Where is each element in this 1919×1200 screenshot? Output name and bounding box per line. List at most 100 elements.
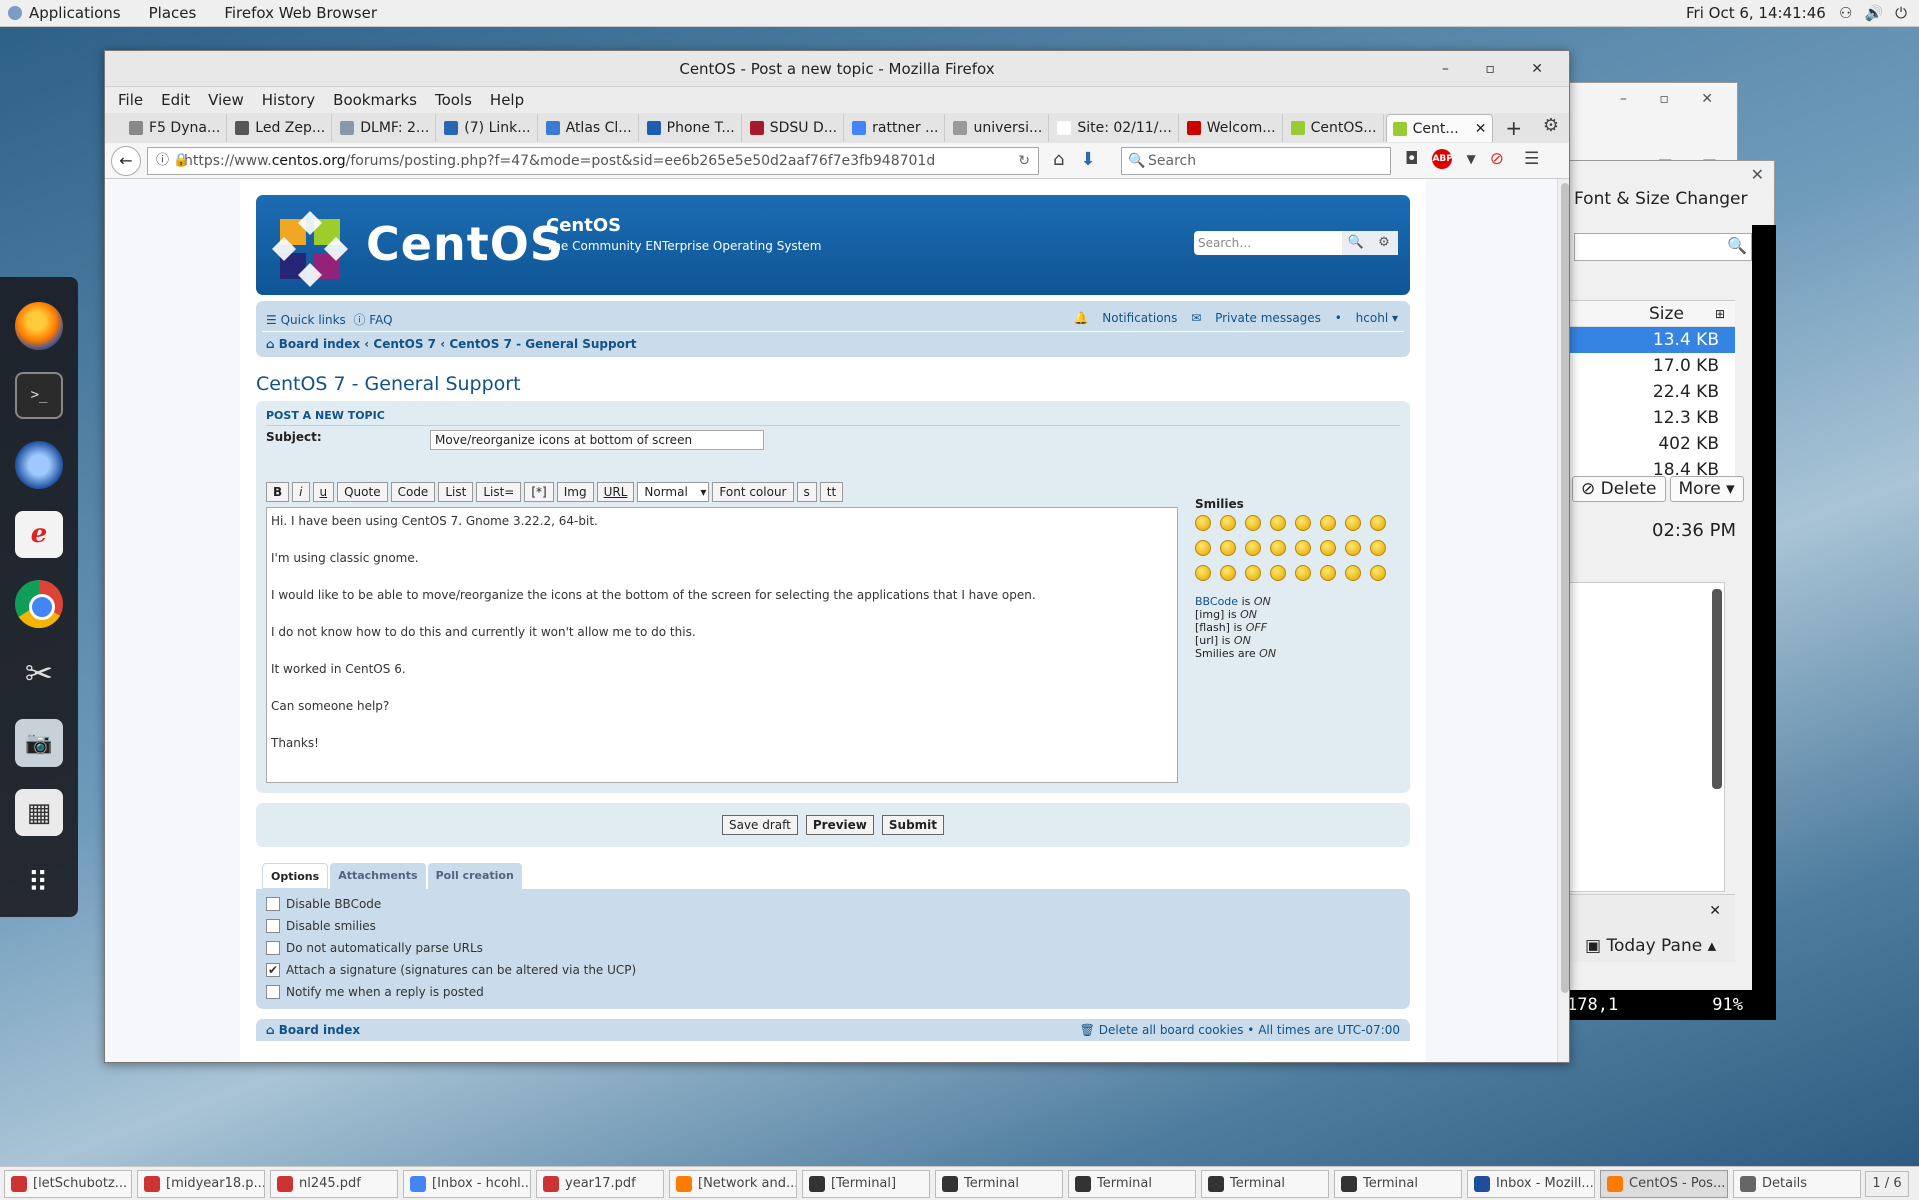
- taskbar-item[interactable]: CentOS - Pos...: [1600, 1169, 1728, 1198]
- taskbar-item[interactable]: [letSchubotz...: [4, 1169, 132, 1198]
- smiley-icon[interactable]: [1320, 565, 1336, 581]
- side-search-input[interactable]: 🔍: [1574, 233, 1752, 261]
- lock-icon[interactable]: ⓘ 🔒: [156, 148, 189, 174]
- chevron-down-icon[interactable]: ▼: [1466, 152, 1475, 166]
- browser-tab[interactable]: (7) Link...: [438, 114, 538, 142]
- taskbar-item[interactable]: Terminal: [935, 1169, 1063, 1198]
- window-controls[interactable]: – ▫ ✕: [1442, 51, 1559, 87]
- smiley-icon[interactable]: [1220, 565, 1236, 581]
- browser-tab[interactable]: Led Zep...: [229, 114, 333, 142]
- smiley-icon[interactable]: [1320, 540, 1336, 556]
- bbcode-button-s[interactable]: s: [796, 482, 817, 502]
- firefox-icon[interactable]: [15, 302, 63, 350]
- screenshot-icon[interactable]: 📷: [15, 719, 63, 767]
- extension-icon[interactable]: ⊘: [1490, 149, 1504, 169]
- menu-bookmarks[interactable]: Bookmarks: [324, 91, 426, 109]
- breadcrumb-centos-7[interactable]: CentOS 7: [373, 337, 436, 351]
- bbcode-button-url[interactable]: URL: [596, 482, 635, 502]
- smiley-icon[interactable]: [1270, 540, 1286, 556]
- browser-tab[interactable]: rattner ...: [846, 114, 946, 142]
- size-row[interactable]: 17.0 KB: [1565, 353, 1735, 379]
- scrollbar[interactable]: [1712, 589, 1722, 789]
- option-checkbox[interactable]: ✔: [266, 963, 280, 977]
- smiley-icon[interactable]: [1295, 565, 1311, 581]
- delete-cookies-link[interactable]: 🗑 Delete all board cookies: [1080, 1023, 1244, 1037]
- size-column-header[interactable]: Size ⊞: [1565, 301, 1735, 327]
- active-app-label[interactable]: Firefox Web Browser: [210, 0, 391, 27]
- smiley-icon[interactable]: [1295, 540, 1311, 556]
- private-messages-link[interactable]: ✉ Private messages: [1191, 311, 1321, 325]
- centos-logo-icon[interactable]: [270, 209, 350, 289]
- new-tab-button[interactable]: +: [1505, 116, 1522, 140]
- smiley-icon[interactable]: [1245, 540, 1261, 556]
- browser-tab[interactable]: Cent... ✕: [1385, 114, 1494, 142]
- browser-tab[interactable]: SDSU D...: [744, 114, 845, 142]
- smiley-icon[interactable]: [1220, 515, 1236, 531]
- submit-button[interactable]: Submit: [881, 815, 945, 835]
- search-input[interactable]: 🔍 Search: [1121, 147, 1391, 175]
- option-checkbox[interactable]: [266, 941, 280, 955]
- back-button[interactable]: ←: [111, 145, 141, 176]
- taskbar-item[interactable]: Terminal: [1201, 1169, 1329, 1198]
- home-icon[interactable]: ⌂: [1053, 149, 1064, 170]
- column-picker-icon[interactable]: ⊞: [1715, 301, 1725, 327]
- network-icon[interactable]: ⚇: [1839, 0, 1852, 27]
- menu-tools[interactable]: Tools: [426, 91, 481, 109]
- smiley-icon[interactable]: [1245, 515, 1261, 531]
- bbcode-button-u[interactable]: u: [312, 482, 335, 502]
- tools-icon[interactable]: ✂: [15, 650, 63, 698]
- today-pane-toggle[interactable]: ▣ Today Pane ▴: [1565, 930, 1735, 962]
- smiley-icon[interactable]: [1370, 515, 1386, 531]
- smiley-icon[interactable]: [1195, 565, 1211, 581]
- smiley-icon[interactable]: [1270, 565, 1286, 581]
- smiley-icon[interactable]: [1345, 565, 1361, 581]
- bbcode-button-[interactable]: [*]: [524, 482, 554, 502]
- browser-tab[interactable]: Atlas Cl...: [540, 114, 639, 142]
- gear-icon[interactable]: ⚙: [1370, 231, 1398, 255]
- evince-icon[interactable]: ℯ: [15, 510, 63, 559]
- size-row[interactable]: 402 KB: [1565, 431, 1735, 457]
- bbcode-button-quote[interactable]: Quote: [337, 482, 388, 502]
- smiley-icon[interactable]: [1220, 540, 1236, 556]
- user-menu[interactable]: • hcohl ▾: [1335, 311, 1398, 325]
- smiley-icon[interactable]: [1270, 515, 1286, 531]
- bbcode-link[interactable]: BBCode: [1195, 595, 1238, 608]
- power-icon[interactable]: ⏻: [1895, 0, 1907, 27]
- search-icon[interactable]: 🔍: [1342, 231, 1370, 255]
- option-checkbox[interactable]: [266, 897, 280, 911]
- breadcrumb-board-index[interactable]: Board index: [279, 337, 360, 351]
- browser-tab[interactable]: DLMF: 2...: [334, 114, 437, 142]
- taskbar-item[interactable]: Terminal: [1334, 1169, 1462, 1198]
- smiley-icon[interactable]: [1320, 515, 1336, 531]
- taskbar-item[interactable]: [Terminal]: [802, 1169, 930, 1198]
- taskbar-item[interactable]: [Network and...: [669, 1169, 797, 1198]
- close-tab-icon[interactable]: ✕: [1475, 115, 1487, 142]
- message-textarea[interactable]: Hi. I have been using CentOS 7. Gnome 3.…: [266, 507, 1178, 783]
- subject-input[interactable]: Move/reorganize icons at bottom of scree…: [430, 430, 764, 450]
- option-checkbox[interactable]: [266, 985, 280, 999]
- size-row[interactable]: 22.4 KB: [1565, 379, 1735, 405]
- browser-tab[interactable]: CentOS...: [1285, 114, 1384, 142]
- browser-tab[interactable]: universi...: [947, 114, 1050, 142]
- bbcode-button-font-colour[interactable]: Font colour: [712, 482, 794, 502]
- chrome-icon[interactable]: [15, 580, 63, 628]
- menu-help[interactable]: Help: [481, 91, 533, 109]
- system-tray[interactable]: ⚇ 🔊 ⏻: [1839, 0, 1907, 27]
- bbcode-button-i[interactable]: i: [292, 482, 310, 502]
- smiley-icon[interactable]: [1195, 515, 1211, 531]
- places-menu[interactable]: Places: [135, 0, 211, 27]
- taskbar-item[interactable]: Inbox - Mozill...: [1467, 1169, 1595, 1198]
- smiley-icon[interactable]: [1195, 540, 1211, 556]
- browser-tab[interactable]: F5 Dyna...: [123, 114, 228, 142]
- scrollbar-thumb[interactable]: [1561, 183, 1569, 993]
- page-title[interactable]: CentOS 7 - General Support: [256, 373, 1410, 395]
- smiley-icon[interactable]: [1245, 565, 1261, 581]
- footer-board-index[interactable]: ⌂ Board index: [266, 1023, 360, 1037]
- calculator-icon[interactable]: ▦: [15, 788, 63, 837]
- smiley-icon[interactable]: [1295, 515, 1311, 531]
- gear-icon[interactable]: ⚙: [1543, 115, 1559, 136]
- window-titlebar[interactable]: CentOS - Post a new topic - Mozilla Fire…: [105, 51, 1569, 87]
- more-button[interactable]: More ▾: [1669, 476, 1744, 502]
- adblock-icon[interactable]: ABP: [1432, 149, 1453, 169]
- smiley-icon[interactable]: [1345, 515, 1361, 531]
